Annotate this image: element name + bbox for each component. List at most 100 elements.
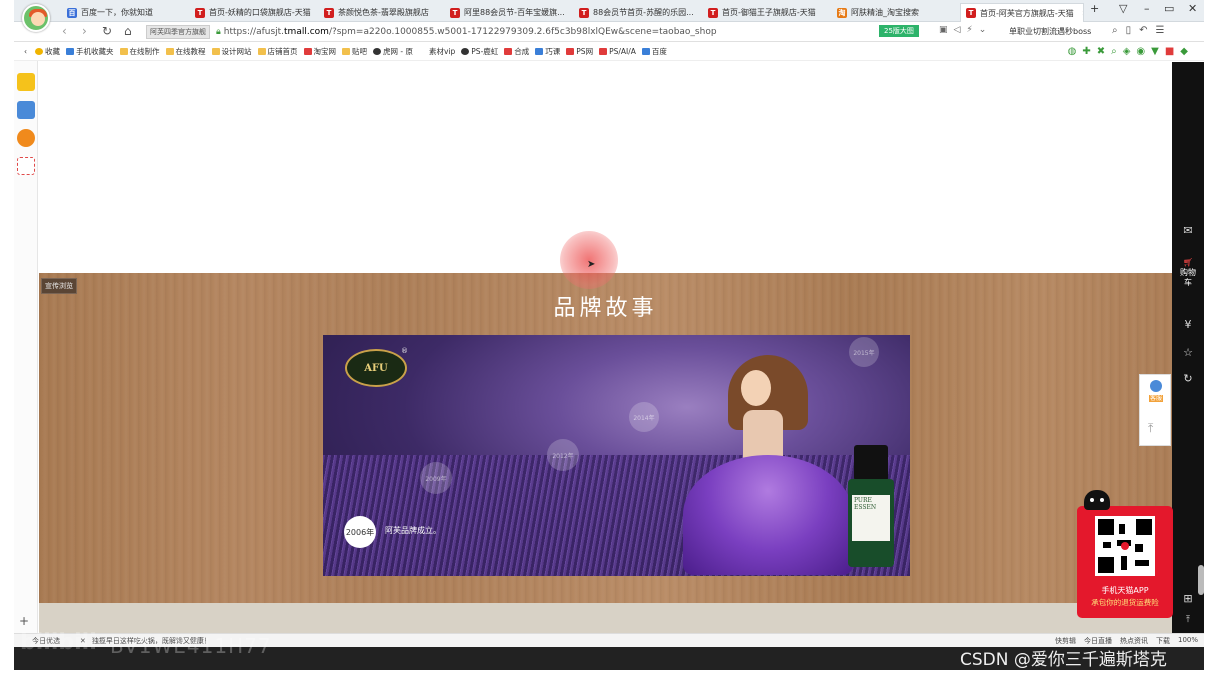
year-2006-badge[interactable]: 2006年 xyxy=(344,516,376,548)
weibo-icon[interactable] xyxy=(17,129,35,147)
tab-label: 百度一下，你就知道 xyxy=(81,8,153,17)
bookmark-item[interactable]: 收藏 xyxy=(35,46,60,57)
tab-3[interactable]: T 阿里88会员节-百年宝媛旗... xyxy=(445,3,572,22)
bookmark-label: 贴吧 xyxy=(352,47,367,56)
tab-label: 阿里88会员节-百年宝媛旗... xyxy=(464,8,565,17)
bookmark-item[interactable]: PS/AI/A xyxy=(599,47,636,56)
bookmark-item[interactable]: PS网 xyxy=(566,46,593,57)
bottle-cap xyxy=(854,445,888,481)
tab-6[interactable]: 淘阿肤精油_淘宝搜索 xyxy=(832,3,958,22)
floating-service-panel: 客服 ⤒ xyxy=(1139,374,1171,446)
bookmark-item[interactable]: 淘宝网 xyxy=(303,46,336,57)
ps-icon xyxy=(599,48,608,55)
qr-popup[interactable]: 手机天猫APP 承包你的退货运费险 xyxy=(1077,506,1173,618)
zoom-chip[interactable]: 25版大图 xyxy=(879,25,919,37)
tab-0[interactable]: 百百度一下，你就知道 xyxy=(62,3,188,22)
lock-icon: 🔒︎ xyxy=(216,27,221,37)
tab-7-active[interactable]: T 首页-阿芙官方旗舰店-天猫 ✕ xyxy=(960,3,1084,22)
bookmark-item[interactable]: 百度 xyxy=(641,46,667,57)
star-icon xyxy=(35,48,43,55)
bookmark-label: 收藏 xyxy=(45,47,60,56)
cart-button[interactable]: 🛒︎ 购物车 xyxy=(1180,258,1196,288)
user-avatar[interactable] xyxy=(22,4,50,32)
folder-icon xyxy=(257,48,266,55)
home-icon[interactable]: ⌂ xyxy=(124,24,132,38)
timeline-bubble[interactable]: 2015年 xyxy=(849,337,879,367)
scrollbar-thumb[interactable] xyxy=(1198,565,1204,595)
tab-5[interactable]: T 首页-御猫王子旗舰店-天猫 xyxy=(703,3,830,22)
mail-icon[interactable] xyxy=(17,157,35,175)
customer-service-button[interactable]: 客服 xyxy=(1144,380,1168,408)
bookmark-item[interactable]: 店铺首页 xyxy=(257,46,298,57)
site-icon xyxy=(535,48,544,55)
close-window-button[interactable]: ✕ xyxy=(1188,2,1197,15)
to-top-icon[interactable]: ⤒ xyxy=(1172,615,1204,625)
yen-icon[interactable]: ¥ xyxy=(1172,318,1204,331)
minimize-button[interactable]: – xyxy=(1144,2,1150,15)
tab-label: 首页-阿芙官方旗舰店-天猫 xyxy=(980,8,1074,18)
section-title: 品牌故事 xyxy=(553,296,658,321)
new-tab-button[interactable]: + xyxy=(1090,2,1099,15)
bookmark-label: 巧课 xyxy=(545,47,561,56)
bilibili-watermark: bilibili xyxy=(20,630,97,655)
bookmark-item[interactable]: 在线教程 xyxy=(165,46,206,57)
folder-icon xyxy=(165,48,174,55)
favorites-icon[interactable] xyxy=(17,73,35,91)
history-icon[interactable]: ↻ xyxy=(1172,372,1204,385)
bookmark-item[interactable]: PS-鹿虹 xyxy=(461,46,498,57)
tmall-right-rail: ✉ 🛒︎ 购物车 ¥ ☆ ↻ ⊞ ⤒ xyxy=(1172,62,1204,633)
add-sidebar-icon[interactable]: + xyxy=(19,614,29,628)
bookmark-item[interactable]: 巧课 xyxy=(535,46,560,57)
baidu-icon: 百 xyxy=(67,7,77,18)
tab-1[interactable]: T 首页-妖精的口袋旗舰店-天猫 xyxy=(190,3,317,22)
back-icon[interactable]: ‹ xyxy=(62,24,67,38)
bookmark-item[interactable]: 素材vip xyxy=(429,46,455,57)
bookmark-item[interactable]: 合成 xyxy=(504,46,529,57)
extension-icons[interactable]: ◍✚✖⌕◈◉▼■◆ xyxy=(1068,46,1194,57)
tab-4[interactable]: T 88会员节首页-苏醒的乐园... xyxy=(574,3,701,22)
bookmark-label: 店铺首页 xyxy=(267,47,298,56)
tmall-icon: T xyxy=(324,7,334,18)
qr-code xyxy=(1095,516,1155,576)
timeline-bubble[interactable]: 2009年 xyxy=(420,462,452,494)
timeline-bubble[interactable]: 2012年 xyxy=(547,439,579,471)
star-icon[interactable]: ☆ xyxy=(1172,346,1204,359)
skin-button[interactable]: ▽ xyxy=(1119,2,1127,15)
timeline-bubble[interactable]: 2014年 xyxy=(629,402,659,432)
year-description: 阿芙品牌成立。 xyxy=(385,526,441,535)
close-tab-icon[interactable]: ✕ xyxy=(1082,9,1083,18)
qr-subtitle: 承包你的退货运费险 xyxy=(1091,598,1159,607)
service-icon xyxy=(1150,380,1162,392)
url-field[interactable]: 阿芙四季官方旗舰 🔒︎ https://afusjt. tmall.com/?sp… xyxy=(146,24,986,40)
bookmark-item[interactable]: 手机收藏夹 xyxy=(66,46,114,57)
site-chip: 阿芙四季官方旗舰 xyxy=(146,25,210,39)
url-domain: tmall.com xyxy=(284,27,329,37)
notes-icon[interactable] xyxy=(17,101,35,119)
zoom-level[interactable]: 100% xyxy=(1178,636,1198,646)
girl-face xyxy=(741,370,771,406)
back-to-top-icon[interactable]: ⤒ xyxy=(1148,421,1153,436)
site-icon xyxy=(504,48,513,55)
search-input[interactable]: 单职业切割流遇秒boss xyxy=(1009,26,1091,37)
cart-icon: 🛒︎ xyxy=(1182,258,1194,267)
bookmark-item[interactable]: 贴吧 xyxy=(342,46,367,57)
brand-story-banner[interactable]: AFU ® 2015年 2014年 2012年 2009年 2006年 阿芙品牌… xyxy=(323,335,910,576)
bookmarks-toggle-icon[interactable]: ‹ xyxy=(24,47,27,56)
bookmark-item[interactable]: 设计网站 xyxy=(211,46,252,57)
bv-watermark: BV1WE411H77 xyxy=(110,634,272,658)
essential-oil-bottle: PURE ESSEN xyxy=(848,445,894,567)
address-tool-icons[interactable]: ▣◁⚡⌄ xyxy=(939,25,992,35)
tab-2[interactable]: T 茶颜悦色茶-翡翠殿旗舰店 xyxy=(319,3,443,22)
forward-icon[interactable]: › xyxy=(82,24,87,38)
bookmark-label: 合成 xyxy=(514,47,530,56)
bookmark-label: 在线教程 xyxy=(175,47,206,56)
toolbar-icons[interactable]: ⌕▯↶☰ xyxy=(1112,25,1172,36)
mail-icon[interactable]: ✉ xyxy=(1172,224,1204,237)
bookmark-item[interactable]: 在线制作 xyxy=(119,46,160,57)
url-rest: /?spm=a220o.1000855.w5001-17122979309.2.… xyxy=(328,27,717,37)
maximize-button[interactable]: ▭ xyxy=(1164,2,1174,15)
bookmark-item[interactable]: 虎网 - 原 xyxy=(373,46,413,57)
reload-icon[interactable]: ↻ xyxy=(102,24,112,38)
bookmark-label: 素材vip xyxy=(428,47,456,56)
baidu-icon xyxy=(641,48,650,55)
